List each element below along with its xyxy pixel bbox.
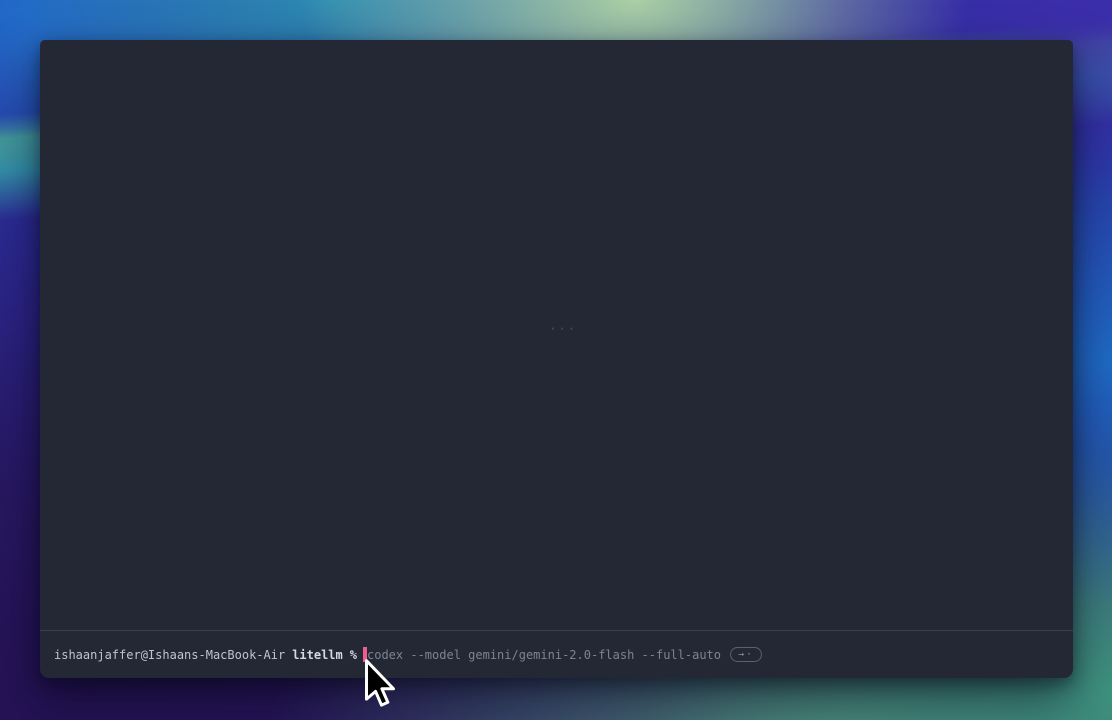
prompt-user-host: ishaanjaffer@Ishaans-MacBook-Air [54, 648, 285, 662]
terminal-output-area: ··· [40, 40, 1073, 630]
loading-indicator: ··· [549, 322, 577, 336]
desktop-wallpaper: ··· ishaanjaffer@Ishaans-MacBook-Air lite… [0, 0, 1112, 720]
shortcut-hint-badge: →· [730, 647, 762, 662]
prompt-symbol: % [350, 648, 357, 662]
prompt-directory: litellm [292, 648, 343, 662]
command-text: codex --model gemini/gemini-2.0-flash --… [367, 648, 721, 662]
terminal-input-line[interactable]: ishaanjaffer@Ishaans-MacBook-Air litellm%… [40, 630, 1073, 678]
terminal-window: ··· ishaanjaffer@Ishaans-MacBook-Air lite… [40, 40, 1073, 678]
